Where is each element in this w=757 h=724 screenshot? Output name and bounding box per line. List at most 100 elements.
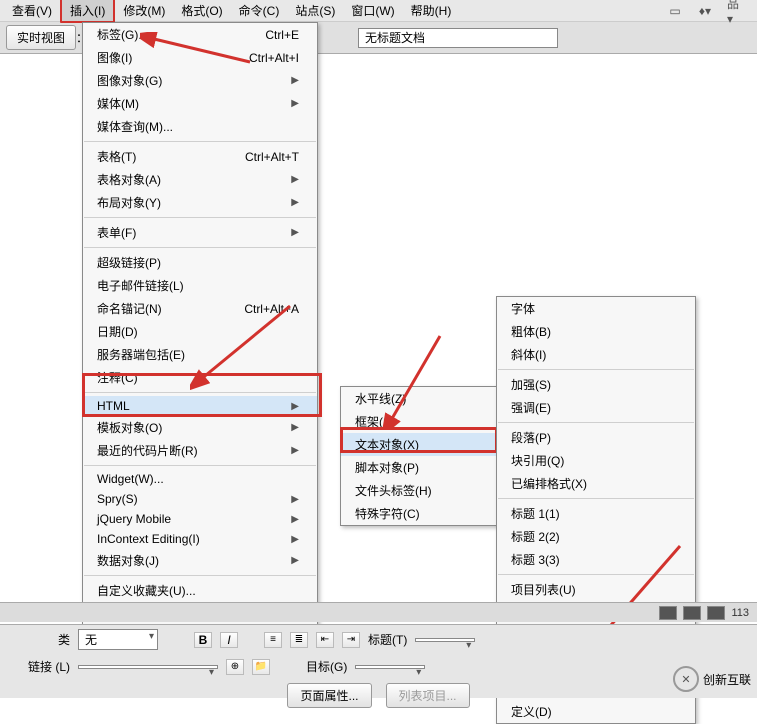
insert-item-14[interactable]: 命名锚记(N)Ctrl+Alt+A bbox=[83, 297, 317, 320]
insert-item-23[interactable]: Widget(W)... bbox=[83, 469, 317, 489]
list-item-button[interactable]: 列表项目... bbox=[386, 683, 470, 708]
textobj-item-8[interactable]: 块引用(Q) bbox=[497, 449, 695, 472]
textobj-item-0[interactable]: 字体 bbox=[497, 297, 695, 320]
textobj-item-5[interactable]: 强调(E) bbox=[497, 396, 695, 419]
textobj-item-1[interactable]: 粗体(B) bbox=[497, 320, 695, 343]
menu-modify[interactable]: 修改(M) bbox=[115, 0, 173, 21]
menu-item-label: 媒体(M) bbox=[97, 95, 139, 112]
desktop-icon[interactable] bbox=[707, 606, 725, 620]
link-point-icon[interactable]: ⊕ bbox=[226, 659, 244, 675]
heading-label: 标题(T) bbox=[368, 631, 407, 648]
insert-item-8[interactable]: 布局对象(Y)▶ bbox=[83, 191, 317, 214]
textobj-item-15[interactable]: 项目列表(U) bbox=[497, 578, 695, 601]
insert-item-15[interactable]: 日期(D) bbox=[83, 320, 317, 343]
target-label: 目标(G) bbox=[306, 658, 347, 675]
outdent-button[interactable]: ⇤ bbox=[316, 632, 334, 648]
class-select[interactable]: 无 bbox=[78, 629, 158, 650]
menu-item-label: 块引用(Q) bbox=[511, 452, 564, 469]
menu-item-label: 服务器端包括(E) bbox=[97, 346, 185, 363]
menu-item-label: 电子邮件链接(L) bbox=[97, 277, 184, 294]
insert-item-27[interactable]: 数据对象(J)▶ bbox=[83, 549, 317, 572]
tablet-icon[interactable] bbox=[683, 606, 701, 620]
submenu-arrow-icon: ▶ bbox=[291, 227, 299, 238]
insert-item-2[interactable]: 图像对象(G) ▶ bbox=[83, 69, 317, 92]
textobj-item-13[interactable]: 标题 3(3) bbox=[497, 548, 695, 571]
insert-item-4[interactable]: 媒体查询(M)... bbox=[83, 115, 317, 138]
device-icon[interactable] bbox=[659, 606, 677, 620]
link-browse-icon[interactable]: 📁 bbox=[252, 659, 270, 675]
menu-item-label: Widget(W)... bbox=[97, 472, 164, 486]
menu-item-label: 媒体查询(M)... bbox=[97, 118, 173, 135]
insert-item-12[interactable]: 超级链接(P) bbox=[83, 251, 317, 274]
insert-item-7[interactable]: 表格对象(A)▶ bbox=[83, 168, 317, 191]
insert-item-24[interactable]: Spry(S) ▶ bbox=[83, 489, 317, 509]
menu-item-label: 标题 1(1) bbox=[511, 505, 560, 522]
menu-item-label: 表单(F) bbox=[97, 224, 136, 241]
insert-item-26[interactable]: InContext Editing(I)▶ bbox=[83, 529, 317, 549]
insert-item-29[interactable]: 自定义收藏夹(U)... bbox=[83, 579, 317, 602]
italic-button[interactable]: I bbox=[220, 632, 238, 648]
insert-item-20[interactable]: 模板对象(O)▶ bbox=[83, 416, 317, 439]
menu-item-label: Spry(S) bbox=[97, 492, 138, 506]
menu-item-label: 自定义收藏夹(U)... bbox=[97, 582, 196, 599]
target-select[interactable] bbox=[355, 665, 425, 669]
insert-item-3[interactable]: 媒体(M) ▶ bbox=[83, 92, 317, 115]
insert-item-19[interactable]: HTML▶ bbox=[83, 396, 317, 416]
ul-button[interactable]: ≡ bbox=[264, 632, 282, 648]
submenu-arrow-icon: ▶ bbox=[291, 494, 299, 505]
bold-button[interactable]: B bbox=[194, 632, 212, 648]
insert-item-13[interactable]: 电子邮件链接(L) bbox=[83, 274, 317, 297]
link-select[interactable] bbox=[78, 665, 218, 669]
textobj-item-11[interactable]: 标题 1(1) bbox=[497, 502, 695, 525]
ol-button[interactable]: ≣ bbox=[290, 632, 308, 648]
menu-item-label: 注释(C) bbox=[97, 369, 138, 386]
menu-insert[interactable]: 插入(I) bbox=[60, 0, 115, 23]
textobj-item-4[interactable]: 加强(S) bbox=[497, 373, 695, 396]
layout-icon[interactable]: ▭ bbox=[667, 3, 683, 19]
insert-item-16[interactable]: 服务器端包括(E) bbox=[83, 343, 317, 366]
menu-item-label: 日期(D) bbox=[97, 323, 138, 340]
insert-item-17[interactable]: 注释(C) bbox=[83, 366, 317, 389]
insert-item-10[interactable]: 表单(F) ▶ bbox=[83, 221, 317, 244]
menu-view[interactable]: 查看(V) bbox=[4, 0, 60, 21]
textobj-item-7[interactable]: 段落(P) bbox=[497, 426, 695, 449]
insert-item-1[interactable]: 图像(I)Ctrl+Alt+I bbox=[83, 46, 317, 69]
menu-site[interactable]: 站点(S) bbox=[287, 0, 343, 21]
insert-item-25[interactable]: jQuery Mobile▶ bbox=[83, 509, 317, 529]
menu-window[interactable]: 窗口(W) bbox=[343, 0, 402, 21]
link-label: 链接 (L) bbox=[10, 658, 70, 675]
submenu-arrow-icon: ▶ bbox=[291, 555, 299, 566]
insert-item-0[interactable]: 标签(G)...Ctrl+E bbox=[83, 23, 317, 46]
document-title-input[interactable] bbox=[358, 28, 558, 48]
logo-icon: ✕ bbox=[673, 666, 699, 692]
menubar: 查看(V) 插入(I) 修改(M) 格式(O) 命令(C) 站点(S) 窗口(W… bbox=[0, 0, 757, 22]
class-label: 类 bbox=[10, 631, 70, 648]
textobj-item-12[interactable]: 标题 2(2) bbox=[497, 525, 695, 548]
menu-item-label: 特殊字符(C) bbox=[355, 505, 420, 522]
dropdown-icon[interactable]: ♦▾ bbox=[697, 3, 713, 19]
heading-select[interactable] bbox=[415, 638, 475, 642]
live-view-button[interactable]: 实时视图 bbox=[6, 25, 76, 50]
submenu-arrow-icon: ▶ bbox=[291, 98, 299, 109]
menu-item-label: 已编排格式(X) bbox=[511, 475, 587, 492]
menu-item-label: 项目列表(U) bbox=[511, 581, 576, 598]
menu-help[interactable]: 帮助(H) bbox=[403, 0, 460, 21]
submenu-arrow-icon: ▶ bbox=[291, 75, 299, 86]
textobj-item-2[interactable]: 斜体(I) bbox=[497, 343, 695, 366]
menu-item-label: 框架(S) bbox=[355, 413, 395, 430]
menu-item-label: 强调(E) bbox=[511, 399, 551, 416]
tree-icon[interactable]: 品▾ bbox=[727, 3, 743, 19]
menu-shortcut: Ctrl+Alt+T bbox=[245, 150, 299, 164]
menu-command[interactable]: 命令(C) bbox=[231, 0, 288, 21]
insert-item-6[interactable]: 表格(T)Ctrl+Alt+T bbox=[83, 145, 317, 168]
textobj-item-9[interactable]: 已编排格式(X) bbox=[497, 472, 695, 495]
page-properties-button[interactable]: 页面属性... bbox=[287, 683, 371, 708]
menu-item-label: 图像对象(G) bbox=[97, 72, 162, 89]
menu-shortcut: Ctrl+E bbox=[265, 28, 299, 42]
indent-button[interactable]: ⇥ bbox=[342, 632, 360, 648]
menu-format[interactable]: 格式(O) bbox=[173, 0, 230, 21]
menu-item-label: 超级链接(P) bbox=[97, 254, 161, 271]
menu-item-label: InContext Editing(I) bbox=[97, 532, 200, 546]
insert-item-21[interactable]: 最近的代码片断(R)▶ bbox=[83, 439, 317, 462]
submenu-arrow-icon: ▶ bbox=[291, 174, 299, 185]
